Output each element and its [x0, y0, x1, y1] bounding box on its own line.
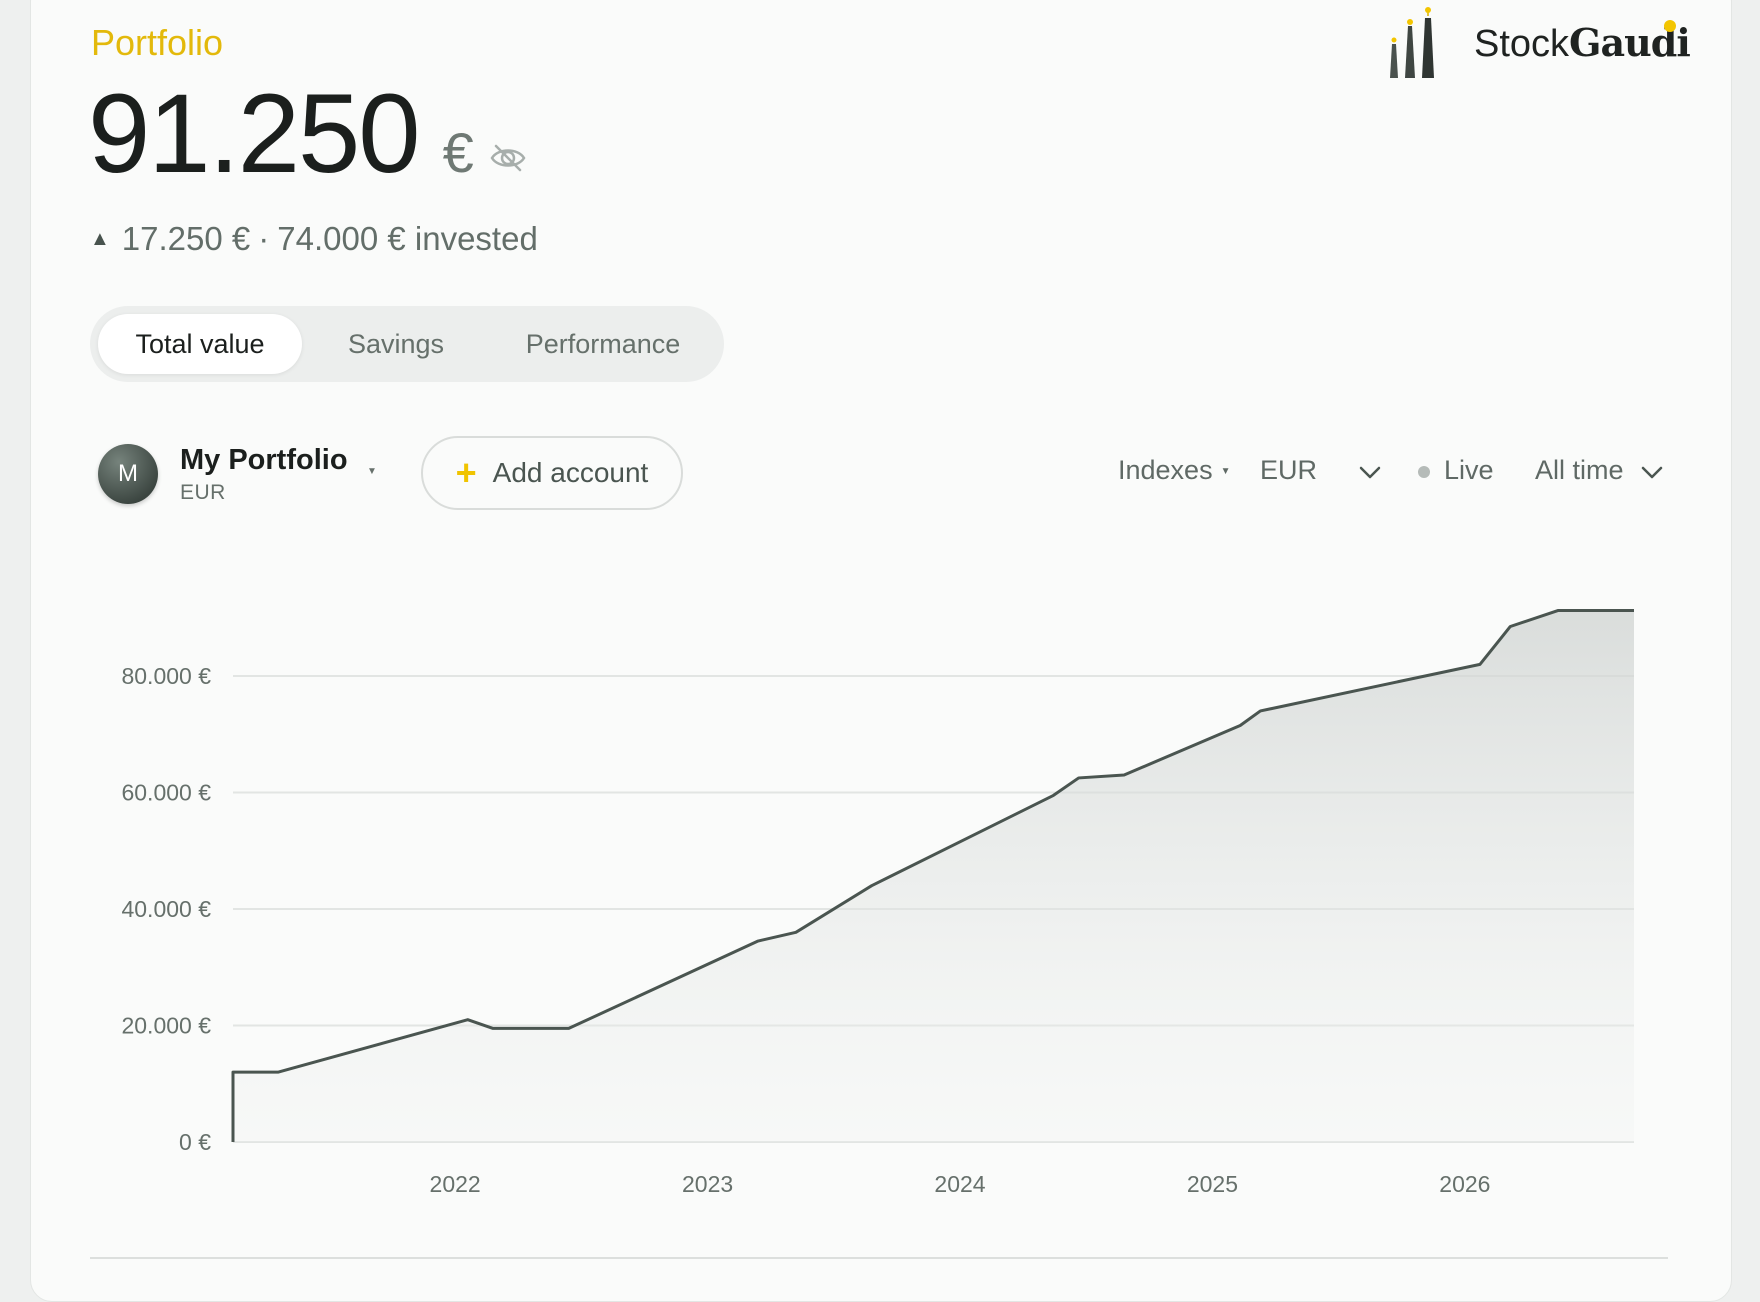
x-tick-label: 2024 [934, 1171, 985, 1197]
y-tick-label: 20.000 € [121, 1013, 211, 1039]
y-tick-label: 80.000 € [121, 663, 211, 689]
x-tick-label: 2026 [1439, 1171, 1490, 1197]
x-tick-label: 2025 [1187, 1171, 1238, 1197]
y-tick-label: 40.000 € [121, 896, 211, 922]
area-fill [233, 610, 1634, 1142]
portfolio-value-chart: 0 € 20.000 € 40.000 € 60.000 € 80.000 € 2022 2… [90, 608, 1668, 1259]
x-tick-label: 2023 [682, 1171, 733, 1197]
x-tick-label: 2022 [430, 1171, 481, 1197]
y-tick-label: 0 € [179, 1129, 211, 1155]
y-tick-label: 60.000 € [121, 780, 211, 806]
